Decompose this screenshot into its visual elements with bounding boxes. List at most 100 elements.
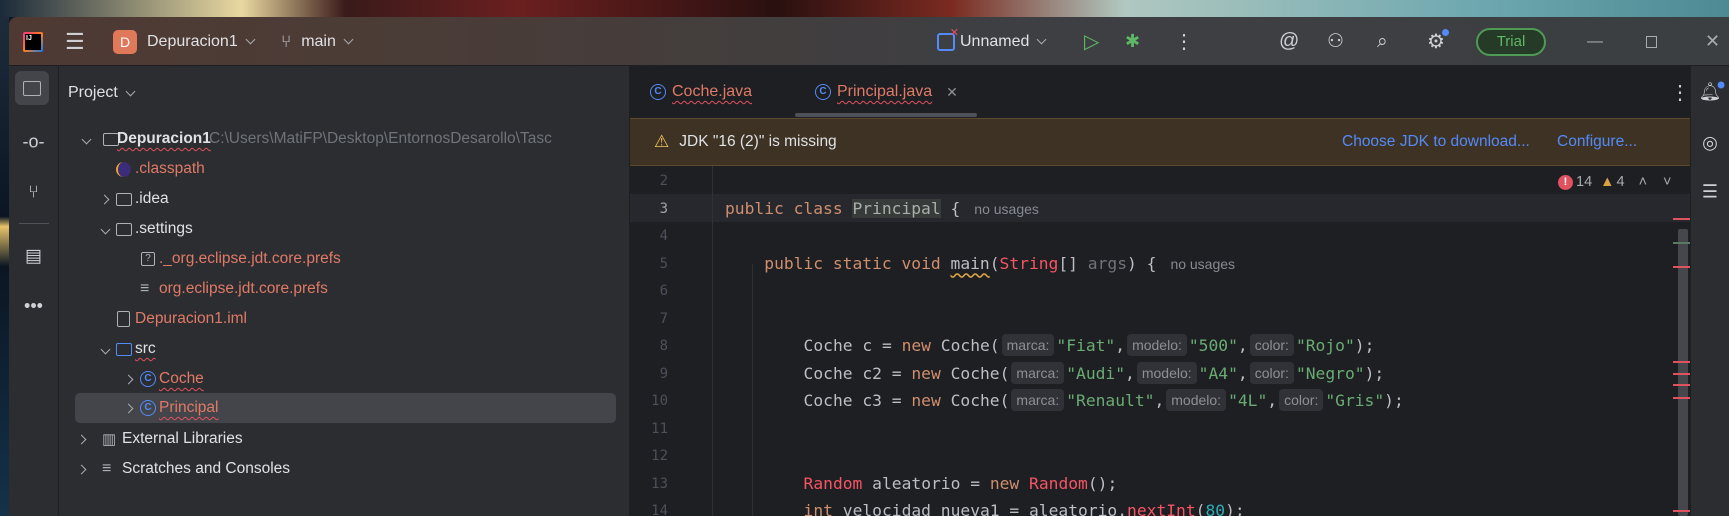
code-line[interactable]: Coche c2 = new Coche(marca: "Audi", modelo… bbox=[804, 360, 1384, 388]
editor-tabs: C Coche.java C Principal.java ✕ ⋮ bbox=[630, 66, 1690, 118]
tree-label: Coche bbox=[159, 370, 204, 387]
close-button[interactable]: ✕ bbox=[1705, 17, 1720, 66]
error-stripe-mark[interactable] bbox=[1673, 510, 1690, 512]
error-stripe-mark[interactable] bbox=[1673, 373, 1690, 375]
configure-link[interactable]: Configure... bbox=[1557, 133, 1637, 151]
project-view-dropdown[interactable]: Project bbox=[68, 78, 136, 108]
chevron-right-icon bbox=[76, 434, 87, 444]
error-stripe-mark[interactable] bbox=[1673, 266, 1690, 268]
add-user-icon[interactable]: ⚇ bbox=[1327, 17, 1344, 66]
code-line[interactable]: public static void main(String[] args) {… bbox=[764, 250, 1235, 278]
right-tool-strip: 🔔︎ ◎ ☰ bbox=[1690, 66, 1729, 516]
project-selector[interactable]: D Depuracion1 bbox=[113, 17, 256, 66]
more-tools-icon[interactable]: ••• bbox=[24, 296, 43, 317]
code-token: public class bbox=[725, 198, 853, 218]
parameter-hint: marca: bbox=[1001, 334, 1055, 356]
tree-row[interactable]: ▥ External Libraries bbox=[59, 424, 629, 454]
code-token: "Fiat" bbox=[1056, 336, 1116, 355]
main-menu-icon[interactable]: ☰ bbox=[65, 17, 85, 66]
ai-chat-icon[interactable]: ◎ bbox=[1702, 133, 1718, 154]
branch-selector[interactable]: ⑂ main bbox=[281, 17, 354, 66]
title-bar: IJ ☰ D Depuracion1 ⑂ main ✕ Unnamed ▷ ✱ … bbox=[9, 17, 1729, 66]
next-highlight-icon[interactable]: ˅ bbox=[1663, 174, 1671, 190]
code-token: int bbox=[803, 501, 843, 516]
inspection-widget[interactable]: ! 14 ▲ 4 ˄ ˅ bbox=[1558, 174, 1672, 190]
notifications-icon[interactable]: 🔔︎ bbox=[1699, 81, 1725, 103]
code-token: "A4" bbox=[1198, 363, 1238, 383]
folder-icon bbox=[116, 192, 132, 206]
trial-button[interactable]: Trial bbox=[1476, 17, 1546, 66]
tab-principal-java[interactable]: C Principal.java ✕ bbox=[815, 66, 958, 118]
active-tab-indicator bbox=[795, 113, 977, 117]
code-token: Random bbox=[1029, 473, 1088, 493]
tree-row-selected[interactable]: C Principal bbox=[75, 393, 616, 423]
code-token: , bbox=[1154, 391, 1165, 410]
tab-coche-java[interactable]: C Coche.java bbox=[650, 66, 752, 118]
chevron-down-icon bbox=[343, 34, 354, 45]
tree-row[interactable]: Depuracion1.iml bbox=[59, 304, 629, 334]
error-stripe-mark[interactable] bbox=[1673, 384, 1690, 386]
folder-icon bbox=[23, 81, 41, 96]
close-tab-icon[interactable]: ✕ bbox=[946, 84, 958, 101]
warning-count: 4 bbox=[1616, 174, 1625, 190]
project-panel: Project Depuracion1 C:\Users\MatiFP\Desk… bbox=[59, 66, 630, 516]
stripe-mark[interactable] bbox=[1673, 242, 1690, 244]
code-line[interactable]: Coche c = new Coche(marca: "Fiat", modelo:… bbox=[803, 332, 1375, 360]
tab-options-icon[interactable]: ⋮ bbox=[1670, 80, 1690, 105]
tree-row[interactable]: C Coche bbox=[59, 364, 629, 394]
tree-row[interactable]: ? ._org.eclipse.jdt.core.prefs bbox=[59, 244, 629, 274]
line-number: 13 bbox=[651, 475, 668, 492]
settings-icon[interactable]: ⚙ bbox=[1427, 17, 1449, 66]
run-config-selector[interactable]: ✕ Unnamed bbox=[937, 17, 1047, 66]
code-editor[interactable]: 2 3 public class Principal {no usages 4 5 pub… bbox=[630, 166, 1690, 516]
debug-icon[interactable]: ✱ bbox=[1125, 17, 1140, 66]
commit-icon[interactable]: -o- bbox=[23, 132, 45, 153]
line-number: 4 bbox=[659, 228, 668, 244]
run-icon[interactable]: ▷ bbox=[1084, 17, 1099, 66]
tree-row[interactable]: ≡ Scratches and Consoles bbox=[59, 454, 629, 484]
code-line[interactable]: int velocidad_nueva1 = aleatorio.nextInt… bbox=[804, 497, 1245, 516]
tree-row[interactable]: ≡ org.eclipse.jdt.core.prefs bbox=[59, 274, 629, 304]
code-line[interactable]: public class Principal {no usages bbox=[725, 195, 1039, 223]
code-line[interactable]: Coche c3 = new Coche(marca: "Renault", mod… bbox=[804, 387, 1404, 415]
tree-row[interactable]: src bbox=[59, 334, 629, 364]
previous-highlight-icon[interactable]: ˄ bbox=[1639, 174, 1647, 190]
project-tool-button[interactable] bbox=[15, 71, 49, 105]
code-token: ( bbox=[1195, 501, 1206, 516]
tree-label: Scratches and Consoles bbox=[122, 460, 291, 477]
maximize-button[interactable] bbox=[1646, 17, 1657, 66]
error-stripe-mark[interactable] bbox=[1673, 361, 1690, 363]
intellij-logo-icon[interactable]: IJ bbox=[23, 17, 43, 66]
chevron-right-icon bbox=[99, 194, 110, 204]
code-token: new bbox=[989, 473, 1030, 493]
source-folder-icon bbox=[116, 342, 132, 356]
code-token: ) { bbox=[1127, 253, 1157, 273]
error-stripe-mark[interactable] bbox=[1673, 397, 1690, 399]
branch-name: main bbox=[301, 32, 336, 50]
class-name: Principal bbox=[852, 198, 941, 218]
code-token: new bbox=[901, 336, 941, 355]
pull-requests-icon[interactable]: ⑂ bbox=[28, 182, 39, 203]
indent-guide bbox=[752, 264, 753, 516]
tree-row-root[interactable]: Depuracion1 C:\Users\MatiFP\Desktop\Ento… bbox=[59, 124, 629, 154]
error-stripe-mark[interactable] bbox=[1673, 218, 1690, 220]
tree-row[interactable]: .classpath bbox=[59, 154, 629, 184]
minimize-button[interactable]: — bbox=[1587, 17, 1603, 66]
ai-assistant-icon[interactable]: @ bbox=[1279, 17, 1299, 66]
usage-hint: no usages bbox=[974, 200, 1039, 217]
more-actions-icon[interactable]: ⋮ bbox=[1174, 17, 1194, 66]
tree-row[interactable]: .idea bbox=[59, 184, 629, 214]
tree-row[interactable]: .settings bbox=[59, 214, 629, 244]
structure-icon[interactable]: ▤ bbox=[25, 246, 42, 267]
code-token: Coche c = bbox=[803, 336, 902, 355]
code-token: ); bbox=[1354, 336, 1375, 355]
search-icon[interactable]: ⌕ bbox=[1377, 17, 1388, 66]
code-token: new bbox=[911, 391, 951, 410]
database-icon[interactable]: ☰ bbox=[1702, 182, 1718, 203]
line-number: 12 bbox=[651, 448, 668, 464]
choose-jdk-link[interactable]: Choose JDK to download... bbox=[1342, 133, 1530, 151]
tree-label: .idea bbox=[135, 190, 169, 207]
code-line[interactable]: Random aleatorio = new Random(); bbox=[804, 470, 1118, 498]
unknown-file-icon: ? bbox=[141, 252, 155, 266]
code-token: args bbox=[1087, 253, 1128, 273]
